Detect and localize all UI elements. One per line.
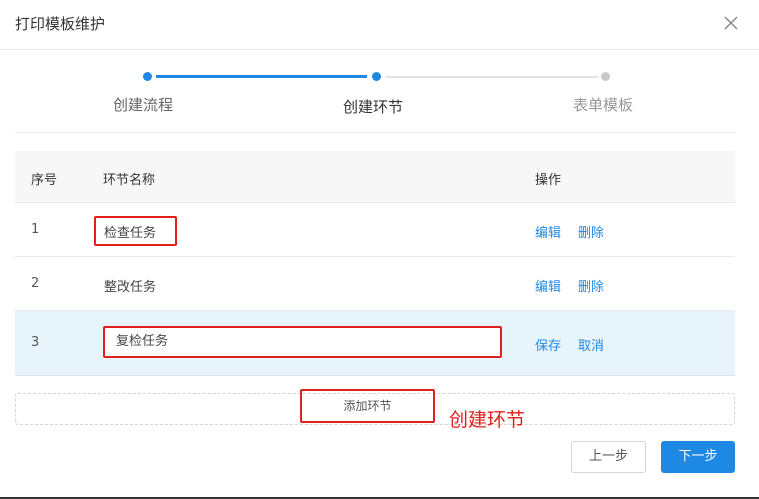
step-dot-1	[143, 72, 152, 81]
delete-link[interactable]: 删除	[578, 222, 604, 241]
table-row: 2 整改任务 编辑 删除	[15, 257, 735, 311]
print-template-dialog: 打印模板维护 创建流程 创建环节 表单模板 序号 环节名称 操作 1 检查任务 …	[0, 0, 759, 499]
table-row-editing: 3 复检任务 保存 取消	[15, 311, 735, 376]
edit-link[interactable]: 编辑	[535, 276, 561, 295]
delete-link[interactable]: 删除	[578, 276, 604, 295]
header-actions: 操作	[535, 173, 562, 188]
steps-table: 序号 环节名称 操作 1 检查任务 编辑 删除 2 整改任务 编辑 删除 3 复…	[15, 151, 735, 376]
table-row: 1 检查任务 编辑 删除	[15, 203, 735, 257]
header-name: 环节名称	[103, 173, 156, 188]
prev-step-button[interactable]: 上一步	[571, 441, 646, 473]
step-connector-1	[156, 75, 367, 78]
table-header: 序号 环节名称 操作	[15, 151, 735, 203]
dialog-title: 打印模板维护	[15, 15, 106, 33]
cancel-link[interactable]: 取消	[578, 335, 604, 354]
add-step-area[interactable]: 添加环节	[15, 389, 735, 425]
row-index: 1	[31, 222, 40, 237]
save-link[interactable]: 保存	[535, 335, 561, 354]
steps-indicator: 创建流程 创建环节 表单模板	[0, 50, 759, 132]
header-index: 序号	[31, 173, 58, 188]
dialog-header: 打印模板维护	[0, 0, 759, 50]
row-index: 2	[31, 276, 40, 291]
next-step-button[interactable]: 下一步	[661, 441, 735, 473]
step-dot-2	[372, 72, 381, 81]
highlight-box	[94, 216, 177, 246]
step-name-input[interactable]: 复检任务	[103, 326, 502, 358]
step-label-3: 表单模板	[573, 96, 634, 114]
add-step-button[interactable]: 添加环节	[300, 389, 435, 423]
close-icon[interactable]	[722, 12, 740, 34]
steps-divider	[15, 132, 735, 133]
row-index: 3	[31, 335, 40, 350]
step-connector-2	[386, 76, 598, 78]
annotation-label: 创建环节	[449, 409, 526, 431]
row-name: 整改任务	[104, 280, 157, 295]
step-label-1: 创建流程	[113, 96, 174, 114]
edit-link[interactable]: 编辑	[535, 222, 561, 241]
step-dot-3	[601, 72, 610, 81]
step-label-2: 创建环节	[343, 98, 404, 116]
